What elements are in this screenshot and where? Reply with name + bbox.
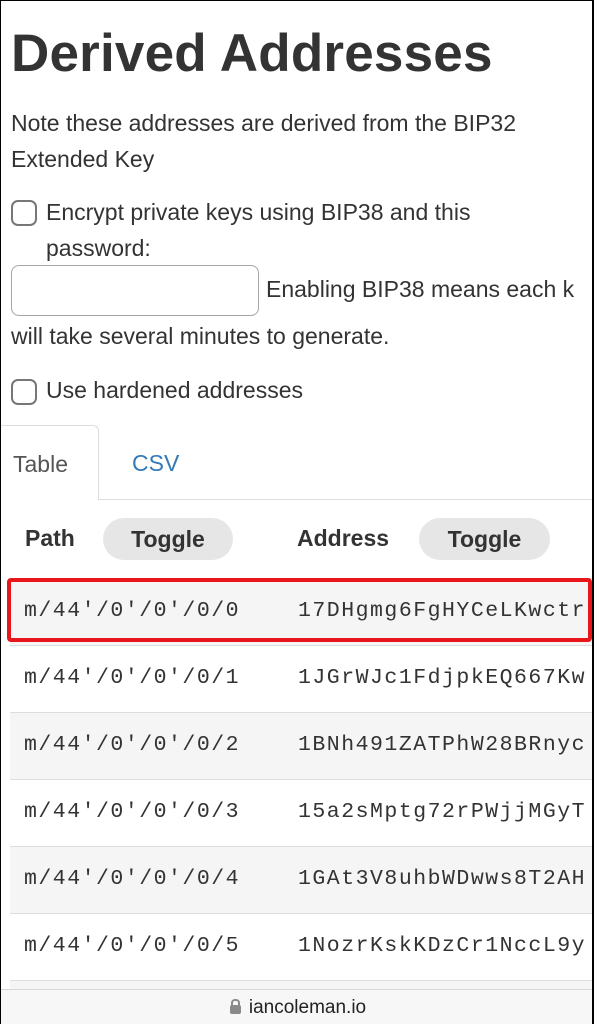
tab-table-label: Table xyxy=(13,451,68,477)
browser-url-bar[interactable]: iancoleman.io xyxy=(1,989,592,1024)
tab-csv[interactable]: CSV xyxy=(132,450,179,477)
hardened-label[interactable]: Use hardened addresses xyxy=(46,372,303,408)
row-path: m/44'/0'/0'/0/2 xyxy=(24,733,241,757)
table-row[interactable]: m/44'/0'/0'/0/4 1GAt3V8uhbWDwws8T2AH xyxy=(10,846,592,913)
row-path: m/44'/0'/0'/0/1 xyxy=(24,666,241,690)
bip38-label-line1[interactable]: Encrypt private keys using BIP38 and thi… xyxy=(46,194,470,230)
row-path: m/44'/0'/0'/0/5 xyxy=(24,934,241,958)
page: Derived Addresses Note these addresses a… xyxy=(0,0,594,1024)
path-column-header: Path xyxy=(25,525,75,551)
addresses-table-body: m/44'/0'/0'/0/0 17DHgmg6FgHYCeLKwctr m/4… xyxy=(10,578,592,1024)
url-text: iancoleman.io xyxy=(248,997,367,1018)
table-row[interactable]: m/44'/0'/0'/0/2 1BNh491ZATPhW28BRnyc xyxy=(10,712,592,779)
bip38-hint-line1: Enabling BIP38 means each k xyxy=(266,276,575,302)
row-highlight-box xyxy=(7,578,592,642)
row-address: 1GAt3V8uhbWDwws8T2AH xyxy=(298,867,587,891)
page-title: Derived Addresses xyxy=(11,24,493,83)
table-row[interactable]: m/44'/0'/0'/0/1 1JGrWJc1FdjpkEQ667Kw xyxy=(10,645,592,712)
address-toggle-button[interactable]: Toggle xyxy=(419,518,550,560)
hardened-checkbox[interactable] xyxy=(11,379,37,405)
bip38-label-line2[interactable]: password: xyxy=(46,230,151,266)
table-row[interactable]: m/44'/0'/0'/0/3 15a2sMptg72rPWjjMGyT xyxy=(10,779,592,846)
lock-icon xyxy=(229,999,241,1014)
bip38-password-input[interactable] xyxy=(11,265,259,316)
address-column-header: Address xyxy=(297,525,390,551)
tab-table[interactable]: Table xyxy=(1,425,99,501)
row-address: 15a2sMptg72rPWjjMGyT xyxy=(298,800,587,824)
row-path: m/44'/0'/0'/0/3 xyxy=(24,800,241,824)
bip38-checkbox[interactable] xyxy=(11,200,37,226)
row-address: 1BNh491ZATPhW28BRnyc xyxy=(298,733,587,757)
row-path: m/44'/0'/0'/0/4 xyxy=(24,867,241,891)
path-toggle-button[interactable]: Toggle xyxy=(103,518,233,560)
table-row[interactable]: m/44'/0'/0'/0/5 1NozrKskKDzCr1NccL9y xyxy=(10,913,592,980)
derivation-note: Note these addresses are derived from th… xyxy=(11,110,517,172)
row-address: 1JGrWJc1FdjpkEQ667Kw xyxy=(298,666,587,690)
row-address: 1NozrKskKDzCr1NccL9y xyxy=(298,934,587,958)
bip38-hint-line2: will take several minutes to generate. xyxy=(11,323,390,349)
